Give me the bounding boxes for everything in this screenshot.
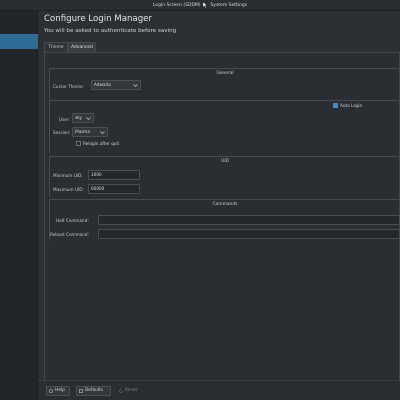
sidebar [0, 11, 38, 400]
uid-group: UID Minimum UID: 1000 Maximum UID: 60000 [49, 156, 399, 196]
window-title-left: Login Screen (SDDM) [152, 3, 201, 8]
help-button-label: Help [55, 388, 65, 393]
tab-theme[interactable]: Theme [44, 42, 68, 52]
window-titlebar: Login Screen (SDDM) System Settings [0, 0, 400, 11]
autologin-group: Auto Login User: sky Session: Plasma Rel… [49, 100, 399, 153]
autologin-label: Auto Login [340, 103, 363, 108]
general-group-title: General [216, 71, 234, 76]
cursor-icon [202, 1, 208, 8]
reset-button[interactable]: Reset [116, 386, 144, 396]
page-title: Configure Login Manager [44, 14, 152, 24]
general-group: General Cursor Theme: Adwaita [49, 68, 399, 100]
session-value: Plasma [75, 129, 91, 134]
user-select[interactable]: sky [72, 113, 94, 123]
commands-group: Commands Halt Command: Reboot Command: [49, 199, 400, 241]
user-label: User: [59, 117, 70, 122]
chevron-down-icon [86, 117, 91, 120]
session-select[interactable]: Plasma [72, 127, 108, 137]
commands-group-title: Commands [212, 202, 238, 207]
max-uid-label: Maximum UID: [53, 187, 84, 192]
defaults-button-label: Defaults [85, 388, 103, 393]
help-icon [49, 389, 53, 393]
user-value: sky [75, 115, 82, 120]
main-panel: Configure Login Manager You will be aske… [38, 11, 400, 400]
halt-command-input[interactable] [98, 215, 400, 225]
autologin-checkbox[interactable] [333, 103, 338, 108]
reset-icon [119, 389, 123, 393]
max-uid-input[interactable]: 60000 [88, 184, 140, 194]
min-uid-input[interactable]: 1000 [88, 170, 140, 180]
sidebar-item-selected[interactable] [0, 34, 38, 49]
reboot-command-label: Reboot Command: [50, 232, 89, 237]
chevron-down-icon [100, 131, 105, 134]
cursor-theme-select[interactable]: Adwaita [91, 80, 141, 90]
halt-command-label: Halt Command: [56, 218, 89, 223]
help-button[interactable]: Help [46, 386, 70, 396]
relogin-label: Relogin after quit [83, 141, 120, 146]
relogin-checkbox[interactable] [76, 141, 81, 146]
reboot-command-input[interactable] [98, 229, 400, 239]
cursor-theme-value: Adwaita [94, 82, 111, 87]
uid-group-title: UID [221, 159, 229, 164]
cursor-theme-label: Cursor Theme: [53, 84, 84, 89]
reset-button-label: Reset [125, 388, 138, 393]
chevron-down-icon [133, 84, 138, 87]
window-title-right: System Settings [210, 3, 248, 8]
min-uid-label: Minimum UID: [53, 173, 83, 178]
defaults-icon [79, 389, 83, 393]
page-subtitle: You will be asked to authenticate before… [44, 28, 177, 34]
defaults-button[interactable]: Defaults [76, 386, 111, 396]
advanced-tab-panel: General Cursor Theme: Adwaita Auto Login… [44, 52, 400, 385]
tab-advanced[interactable]: Advanced [68, 42, 96, 52]
session-label: Session: [53, 130, 71, 135]
button-bar: Help Defaults Reset [38, 380, 400, 400]
